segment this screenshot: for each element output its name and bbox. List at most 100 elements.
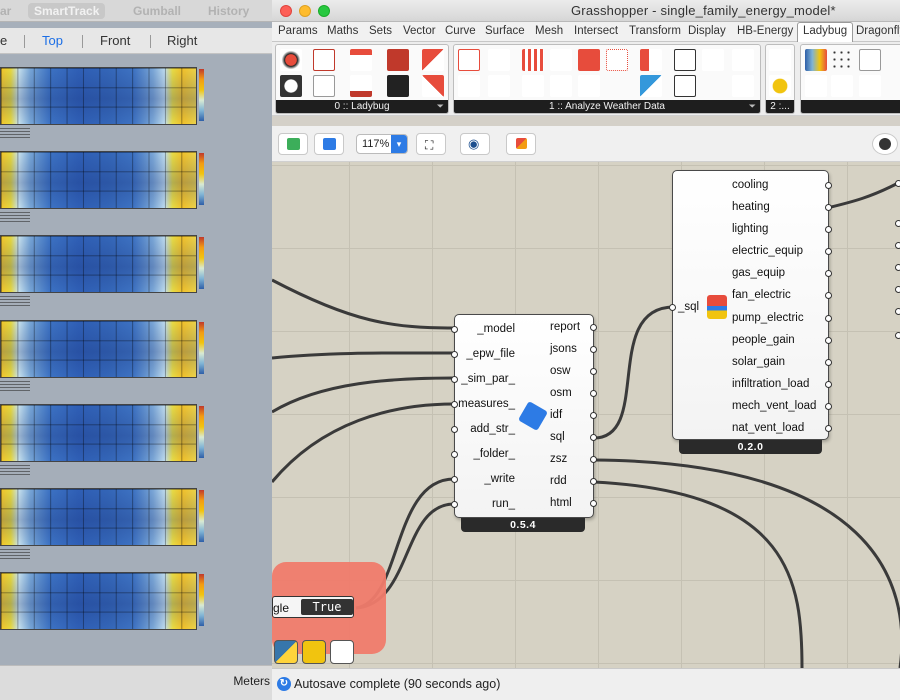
b-a-icon[interactable] xyxy=(488,75,510,97)
input-port[interactable]: _sql xyxy=(678,301,699,313)
dmh-icon[interactable] xyxy=(578,75,600,97)
tab-dragonfly[interactable]: Dragonfly xyxy=(856,25,900,37)
tab-hb-energy[interactable]: HB-Energy xyxy=(737,25,793,37)
minimize-button[interactable] xyxy=(299,5,311,17)
output-grip[interactable] xyxy=(825,403,832,410)
tab-transform[interactable]: Transform xyxy=(629,25,681,37)
slash-icon[interactable] xyxy=(640,75,662,97)
open-file-button[interactable] xyxy=(278,133,308,155)
view-tab-right[interactable]: Right xyxy=(167,33,197,48)
input-port[interactable]: measures_ xyxy=(458,398,515,410)
offscreen-component-grip[interactable] xyxy=(895,242,900,249)
output-port[interactable]: lighting xyxy=(732,223,768,235)
input-port[interactable]: add_str_ xyxy=(470,423,515,435)
import-ny-icon[interactable] xyxy=(350,49,372,71)
input-grip[interactable] xyxy=(451,376,458,383)
input-grip[interactable] xyxy=(451,401,458,408)
preview-button[interactable]: ◉ xyxy=(460,133,490,155)
view-tab-front[interactable]: Front xyxy=(100,33,130,48)
offscreen-component-grip[interactable] xyxy=(895,308,900,315)
save-button[interactable] xyxy=(314,133,344,155)
tab-ladybug[interactable]: Ladybug xyxy=(797,22,854,42)
output-grip[interactable] xyxy=(590,390,597,397)
input-port[interactable]: _write xyxy=(484,473,515,485)
user-button[interactable] xyxy=(872,133,898,155)
output-port[interactable]: gas_equip xyxy=(732,267,785,279)
view-tab-perspective[interactable]: e xyxy=(0,33,7,48)
output-grip[interactable] xyxy=(825,381,832,388)
toggle-value[interactable]: True xyxy=(301,599,353,615)
thermometer-icon[interactable] xyxy=(640,49,662,71)
close-button[interactable] xyxy=(280,5,292,17)
output-port[interactable]: people_gain xyxy=(732,334,795,346)
ladybug-icon[interactable] xyxy=(280,49,302,71)
output-grip[interactable] xyxy=(590,456,597,463)
offscreen-component-grip[interactable] xyxy=(895,220,900,227)
tab-surface[interactable]: Surface xyxy=(485,25,525,37)
output-port[interactable]: rdd xyxy=(550,475,567,487)
input-grip[interactable] xyxy=(451,351,458,358)
output-port[interactable]: idf xyxy=(550,409,562,421)
numbers-icon[interactable] xyxy=(805,75,827,97)
tab-display[interactable]: Display xyxy=(688,25,726,37)
python-icon[interactable] xyxy=(274,640,298,664)
input-grip[interactable] xyxy=(451,426,458,433)
building-thermal-icon[interactable] xyxy=(674,75,696,97)
read-results-component[interactable]: _sql cooling heating lighting electric_e… xyxy=(669,170,832,440)
run-simulation-component[interactable]: _model _epw_file _sim_par_ measures_ add… xyxy=(451,314,597,518)
export-icon[interactable] xyxy=(313,75,335,97)
units-label[interactable]: Meters xyxy=(233,674,270,688)
ab-arrow-icon[interactable] xyxy=(488,49,510,71)
tab-mesh[interactable]: Mesh xyxy=(535,25,563,37)
pattern-icon[interactable] xyxy=(769,49,791,71)
output-grip[interactable] xyxy=(825,425,832,432)
epw-icon[interactable] xyxy=(313,49,335,71)
data-points-icon[interactable] xyxy=(522,49,544,71)
output-grip[interactable] xyxy=(590,368,597,375)
c-plus-icon[interactable] xyxy=(458,75,480,97)
input-port[interactable]: _folder_ xyxy=(473,448,515,460)
search-icon[interactable] xyxy=(280,75,302,97)
rhino-tab-smarttrack[interactable]: SmartTrack xyxy=(28,3,106,19)
title-bar[interactable]: Grasshopper - single_family_energy_model… xyxy=(272,0,900,22)
dots-icon[interactable] xyxy=(831,49,853,71)
rhino-tab-ar[interactable]: ar xyxy=(0,3,11,19)
tab-intersect[interactable]: Intersect xyxy=(574,25,618,37)
output-grip[interactable] xyxy=(825,359,832,366)
output-port[interactable]: html xyxy=(550,497,572,509)
output-port[interactable]: report xyxy=(550,321,580,333)
rhino-tab-gumball[interactable]: Gumball xyxy=(133,3,181,19)
output-grip[interactable] xyxy=(825,292,832,299)
a-gt-zero-icon[interactable] xyxy=(550,49,572,71)
output-port[interactable]: nat_vent_load xyxy=(732,422,804,434)
boolean-toggle[interactable]: gle True xyxy=(272,596,354,618)
dy-icon[interactable] xyxy=(578,49,600,71)
zoom-dropdown[interactable]: 117% ▾ xyxy=(356,134,408,154)
legend-gradient-icon[interactable] xyxy=(805,49,827,71)
offscreen-component-grip[interactable] xyxy=(895,332,900,339)
output-port[interactable]: electric_equip xyxy=(732,245,803,257)
output-port[interactable]: solar_gain xyxy=(732,356,785,368)
person-heat-icon[interactable] xyxy=(732,75,754,97)
input-grip[interactable] xyxy=(451,476,458,483)
output-grip[interactable] xyxy=(590,324,597,331)
output-port[interactable]: sql xyxy=(550,431,565,443)
rhino-tab-history[interactable]: History xyxy=(208,3,249,19)
input-port[interactable]: run_ xyxy=(492,498,515,510)
output-port[interactable]: mech_vent_load xyxy=(732,400,816,412)
ddy-icon[interactable] xyxy=(387,49,409,71)
output-grip[interactable] xyxy=(825,337,832,344)
view-tab-top[interactable]: Top xyxy=(42,33,63,48)
offscreen-component-grip[interactable] xyxy=(895,264,900,271)
grasshopper-canvas[interactable]: _model _epw_file _sim_par_ measures_ add… xyxy=(272,162,900,668)
input-grip[interactable] xyxy=(669,304,676,311)
output-grip[interactable] xyxy=(825,270,832,277)
tab-curve[interactable]: Curve xyxy=(445,25,476,37)
stat-icon[interactable] xyxy=(387,75,409,97)
output-port[interactable]: pump_electric xyxy=(732,312,804,324)
input-port[interactable]: _sim_par_ xyxy=(461,373,515,385)
tab-vector[interactable]: Vector xyxy=(403,25,436,37)
tab-maths[interactable]: Maths xyxy=(327,25,358,37)
output-grip[interactable] xyxy=(825,204,832,211)
output-port[interactable]: zsz xyxy=(550,453,567,465)
